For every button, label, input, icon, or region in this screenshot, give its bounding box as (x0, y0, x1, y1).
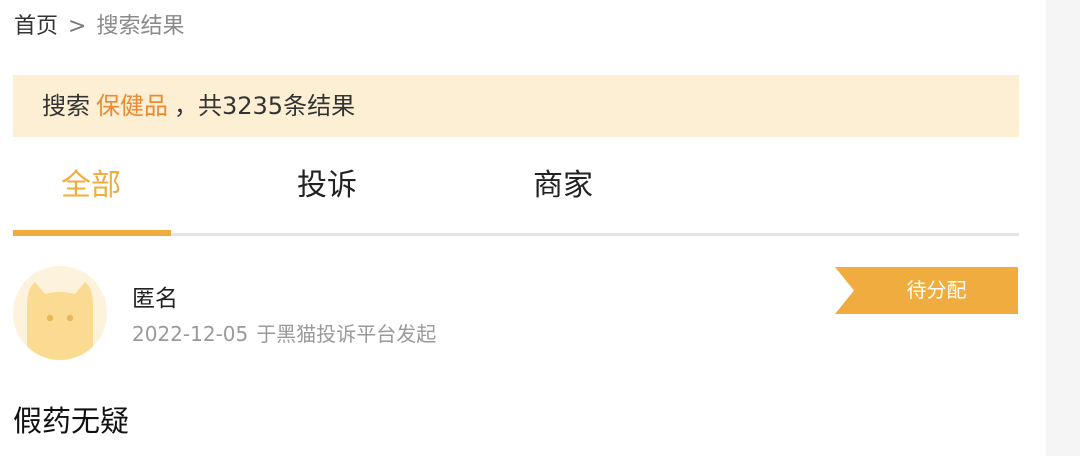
status-badge: 待分配 (835, 267, 1018, 314)
result-tabs: 全部 投诉 商家 (13, 150, 1019, 236)
user-name: 匿名 (132, 286, 178, 312)
tab-all[interactable]: 全部 (61, 164, 121, 208)
status-label: 待分配 (906, 278, 967, 302)
tab-complaints[interactable]: 投诉 (297, 164, 357, 208)
cat-avatar-icon (27, 282, 93, 360)
breadcrumb: 首页 > 搜索结果 (14, 12, 184, 42)
complaint-date: 2022-12-05 (132, 322, 249, 346)
search-summary-prefix: 搜索 (42, 92, 90, 120)
breadcrumb-current: 搜索结果 (96, 14, 185, 39)
active-tab-indicator (13, 230, 171, 236)
tab-merchants[interactable]: 商家 (533, 164, 593, 208)
complaint-meta: 2022-12-05 于黑猫投诉平台发起 (132, 320, 436, 348)
search-result-count: ，共3235条结果 (174, 92, 356, 120)
avatar (13, 266, 107, 360)
complaint-source: 于黑猫投诉平台发起 (256, 322, 437, 346)
complaint-card[interactable]: 匿名 2022-12-05 于黑猫投诉平台发起 待分配 假药无疑 (13, 266, 1019, 456)
complaint-title[interactable]: 假药无疑 (13, 401, 129, 441)
page: 首页 > 搜索结果 搜索 保健品 ，共3235条结果 全部 投诉 商家 匿名 2022-… (0, 0, 1046, 456)
search-keyword: 保健品 (96, 92, 168, 120)
search-summary-banner: 搜索 保健品 ，共3235条结果 (13, 75, 1019, 137)
breadcrumb-home-link[interactable]: 首页 (14, 14, 58, 39)
breadcrumb-separator: > (68, 14, 87, 39)
